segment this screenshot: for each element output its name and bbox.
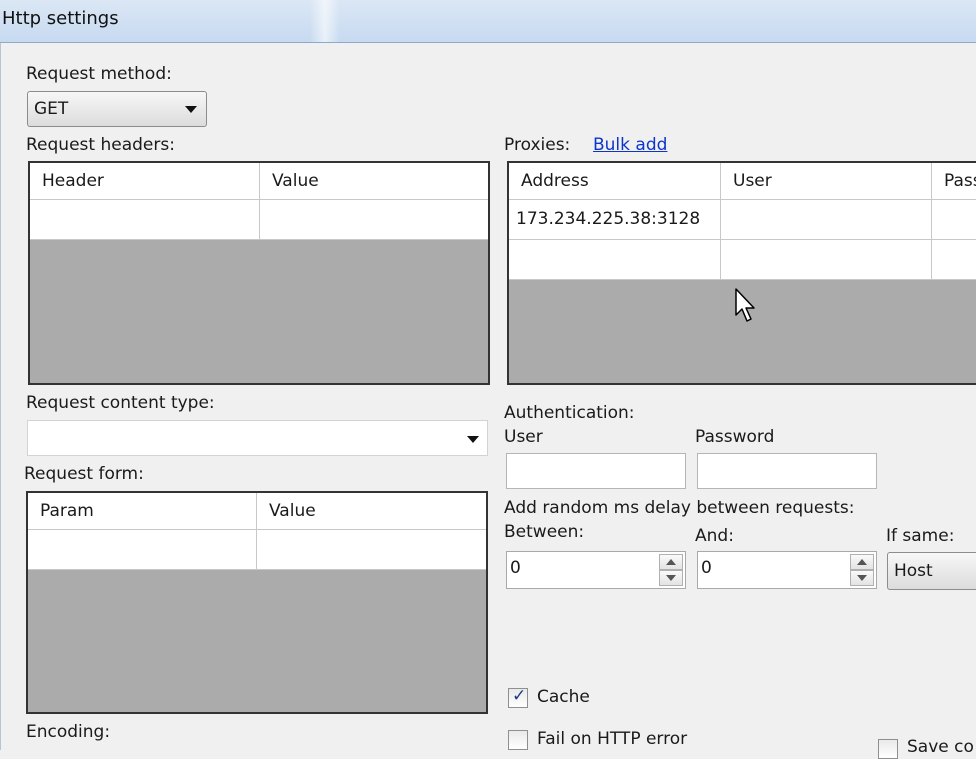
increment-button[interactable] — [850, 554, 874, 570]
address-cell[interactable] — [509, 240, 721, 279]
user-cell[interactable] — [721, 240, 932, 279]
column-header-header[interactable]: Header — [30, 163, 260, 199]
request-method-value: GET — [34, 99, 69, 119]
grid-header-row: Address User Pass — [509, 163, 976, 200]
encoding-label: Encoding: — [26, 722, 111, 742]
column-header-param[interactable]: Param — [28, 493, 257, 529]
fail-on-http-error-checkbox[interactable] — [508, 730, 528, 750]
auth-password-label: Password — [695, 427, 775, 447]
header-cell[interactable] — [30, 200, 260, 239]
arrow-up-icon — [857, 559, 867, 565]
table-row[interactable] — [509, 240, 976, 280]
column-header-user[interactable]: User — [721, 163, 932, 199]
param-cell[interactable] — [28, 530, 257, 569]
decrement-button[interactable] — [659, 570, 683, 586]
if-same-value: Host — [894, 561, 933, 581]
column-header-address[interactable]: Address — [509, 163, 721, 199]
auth-password-input[interactable] — [697, 453, 877, 489]
increment-button[interactable] — [659, 554, 683, 570]
chevron-down-icon — [467, 436, 479, 443]
between-stepper[interactable]: 0 — [506, 551, 686, 589]
cache-checkbox[interactable]: ✓ — [508, 686, 528, 708]
arrow-up-icon — [666, 559, 676, 565]
column-header-value[interactable]: Value — [260, 163, 488, 199]
table-row[interactable]: 173.234.225.38:3128 — [509, 200, 976, 240]
and-label: And: — [695, 526, 734, 546]
request-form-grid[interactable]: Param Value — [26, 491, 488, 714]
request-headers-grid[interactable]: Header Value — [28, 161, 490, 385]
grid-header-row: Header Value — [30, 163, 488, 200]
save-label: Save co — [907, 737, 974, 757]
column-header-value[interactable]: Value — [257, 493, 486, 529]
request-method-select[interactable]: GET — [27, 91, 207, 127]
request-content-type-select[interactable] — [27, 420, 488, 456]
request-content-type-label: Request content type: — [26, 393, 215, 413]
fail-on-http-error-label: Fail on HTTP error — [537, 729, 688, 749]
and-value: 0 — [701, 558, 712, 578]
between-value: 0 — [510, 558, 521, 578]
arrow-down-icon — [666, 575, 676, 581]
request-headers-label: Request headers: — [26, 135, 175, 155]
delay-label: Add random ms delay between requests: — [504, 498, 855, 518]
decrement-button[interactable] — [850, 570, 874, 586]
title-bar[interactable]: Http settings — [0, 0, 976, 43]
auth-user-input[interactable] — [506, 453, 686, 489]
user-cell[interactable] — [721, 200, 932, 239]
proxies-label: Proxies: — [504, 135, 571, 155]
cache-label: Cache — [537, 687, 590, 707]
if-same-label: If same: — [886, 526, 955, 546]
request-method-label: Request method: — [26, 64, 172, 84]
address-cell[interactable]: 173.234.225.38:3128 — [509, 200, 721, 239]
auth-user-label: User — [504, 427, 543, 447]
bulk-add-link[interactable]: Bulk add — [593, 135, 667, 155]
chevron-down-icon — [185, 106, 197, 113]
checkmark-icon: ✓ — [512, 686, 527, 706]
between-label: Between: — [504, 522, 585, 542]
window-title: Http settings — [2, 8, 119, 29]
grid-header-row: Param Value — [28, 493, 486, 530]
pass-cell[interactable] — [932, 200, 976, 239]
table-row[interactable] — [28, 530, 486, 570]
and-stepper[interactable]: 0 — [697, 551, 877, 589]
pass-cell[interactable] — [932, 240, 976, 279]
title-glare — [310, 0, 340, 42]
table-row[interactable] — [30, 200, 488, 240]
proxies-grid[interactable]: Address User Pass 173.234.225.38:3128 — [507, 161, 976, 385]
save-checkbox[interactable] — [878, 739, 898, 759]
between-stepper-buttons — [659, 554, 683, 586]
value-cell[interactable] — [257, 530, 486, 569]
column-header-pass[interactable]: Pass — [932, 163, 976, 199]
mouse-cursor-icon — [735, 288, 755, 322]
if-same-select[interactable]: Host — [887, 552, 976, 590]
arrow-down-icon — [857, 575, 867, 581]
value-cell[interactable] — [260, 200, 488, 239]
authentication-label: Authentication: — [504, 403, 635, 423]
and-stepper-buttons — [850, 554, 874, 586]
request-form-label: Request form: — [24, 464, 144, 484]
